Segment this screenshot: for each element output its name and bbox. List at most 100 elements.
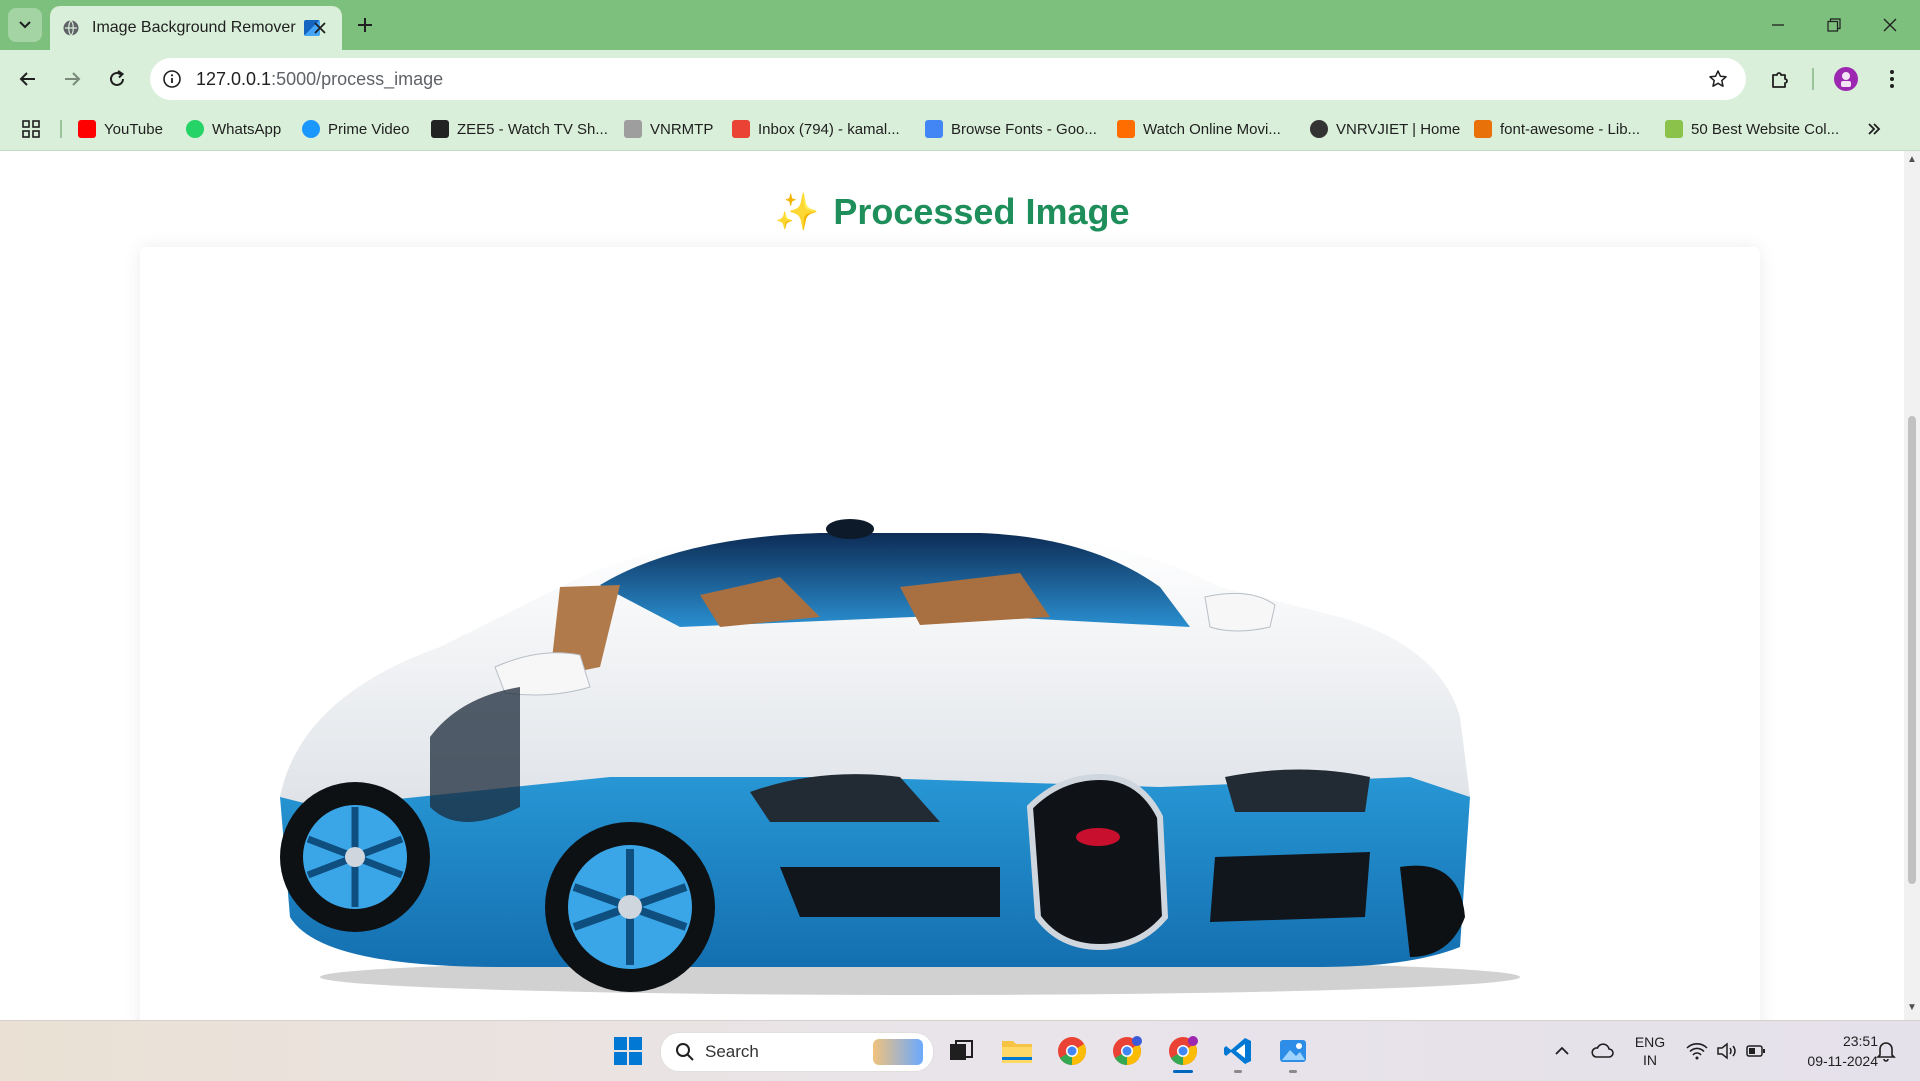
globe-icon [62,19,80,37]
bookmark-zee5[interactable]: ZEE5 - Watch TV Sh... [431,118,608,140]
clock-time: 23:51 [1842,1033,1878,1049]
close-icon [1883,18,1897,32]
scrollbar-thumb[interactable] [1908,416,1916,884]
browser-menu-button[interactable] [1876,63,1908,95]
chevron-double-right-icon [1868,123,1881,135]
clock[interactable]: 23:51 09-11-2024 [1780,1031,1878,1071]
onedrive-button[interactable] [1582,1031,1622,1071]
vnrmtp-icon [624,120,642,138]
profile-avatar[interactable] [1830,63,1862,95]
bookmark-website-colors[interactable]: 50 Best Website Col... [1665,118,1839,140]
avatar-icon [1834,67,1858,91]
page-scrollbar[interactable]: ▲ ▼ [1904,151,1920,1020]
more-vertical-icon [1890,70,1894,88]
bookmark-star-icon[interactable] [1706,67,1730,91]
vnrvjiet-icon [1310,120,1328,138]
toolbar-divider [1812,68,1814,90]
website-colors-icon [1665,120,1683,138]
tab-search-button[interactable] [8,8,42,42]
language-indicator[interactable]: ENG IN [1628,1033,1672,1069]
search-icon [676,1043,694,1061]
restore-button[interactable] [1806,0,1862,50]
puzzle-icon [1772,72,1788,88]
chrome-icon [1169,1036,1198,1065]
chrome-icon [1113,1036,1142,1065]
bookmark-label: Watch Online Movi... [1143,120,1281,138]
page-viewport: ✨ Processed Image [0,151,1920,1020]
taskbar-vscode[interactable] [1218,1031,1258,1073]
taskbar-file-explorer[interactable] [997,1031,1037,1071]
url-path: :5000/process_image [271,69,444,89]
cloud-icon [1591,1043,1614,1058]
bell-icon [1876,1042,1896,1062]
back-button[interactable] [12,63,44,95]
scroll-down-arrow-icon[interactable]: ▼ [1907,1003,1917,1013]
quick-settings-button[interactable] [1676,1031,1776,1071]
close-tab-icon[interactable] [310,18,330,38]
taskbar-task-view[interactable] [941,1031,981,1071]
bookmark-label: font-awesome - Lib... [1500,120,1641,138]
gmail-icon [732,120,750,138]
prime-video-icon [302,120,320,138]
taskbar-chrome-active[interactable] [1163,1031,1203,1073]
bookmark-font-awesome[interactable]: font-awesome - Lib... [1474,118,1640,140]
bookmark-prime-video[interactable]: Prime Video [302,118,409,140]
bookmark-vnrvjiet[interactable]: VNRVJIET | Home [1310,118,1460,140]
processed-image-card [140,247,1760,1020]
address-bar[interactable]: 127.0.0.1:5000/process_image [150,58,1746,100]
taskbar-photos[interactable] [1273,1031,1313,1073]
wifi-icon [1686,1043,1708,1060]
apps-grid-icon [22,120,40,138]
page-title: ✨ Processed Image [0,191,1904,233]
more-bookmarks-button[interactable] [1866,118,1882,140]
google-fonts-icon [925,120,943,138]
taskbar-chrome-profile-2[interactable] [1107,1031,1147,1071]
taskbar-chrome[interactable] [1052,1031,1092,1071]
browser-title-bar: Image Background Remover [0,0,1920,50]
url-text[interactable]: 127.0.0.1:5000/process_image [196,69,443,90]
site-info-icon[interactable] [160,67,184,91]
close-window-button[interactable] [1862,0,1918,50]
active-app-indicator [1173,1070,1193,1073]
bookmark-youtube[interactable]: YouTube [78,118,163,140]
code-icon [1474,120,1492,138]
page-title-text: Processed Image [833,191,1130,232]
taskbar-search-label: Search [705,1042,759,1061]
volume-icon [1717,1042,1736,1060]
bookmark-label: 50 Best Website Col... [1691,120,1840,138]
apps-button[interactable] [22,118,40,140]
notifications-button[interactable] [1866,1031,1906,1071]
bookmark-aha[interactable]: Watch Online Movi... [1117,118,1281,140]
windows-taskbar: Search ENG IN 23:51 09-11-2024 [0,1020,1920,1081]
plus-icon [358,18,372,32]
bookmark-vnrmtp[interactable]: VNRMTP [624,118,713,140]
chevron-down-icon [19,21,31,29]
scroll-up-arrow-icon[interactable]: ▲ [1907,155,1917,165]
chrome-icon [1058,1037,1086,1065]
extensions-button[interactable] [1764,63,1796,95]
browser-toolbar: 127.0.0.1:5000/process_image [0,50,1920,108]
start-button[interactable] [608,1031,648,1071]
tab-title: Image Background Remover [92,19,296,36]
search-highlight-icon [873,1039,923,1065]
language-code: ENG [1634,1034,1666,1050]
bookmark-label: Browse Fonts - Goo... [951,120,1097,138]
bookmark-whatsapp[interactable]: WhatsApp [186,118,281,140]
new-tab-button[interactable] [352,12,378,38]
sparkles-icon: ✨ [774,191,820,232]
show-hidden-icons-button[interactable] [1542,1031,1582,1071]
bookmark-label: ZEE5 - Watch TV Sh... [457,120,608,138]
battery-icon [1746,1045,1765,1057]
bookmark-label: WhatsApp [212,120,282,138]
reload-icon [110,70,125,86]
clock-date: 09-11-2024 [1807,1053,1878,1069]
bookmark-gmail-inbox[interactable]: Inbox (794) - kamal... [732,118,900,140]
reload-button[interactable] [101,63,133,95]
tab-image-background-remover[interactable]: Image Background Remover [50,6,342,50]
taskbar-search-box[interactable]: Search [660,1032,934,1072]
chevron-up-icon [1555,1046,1569,1055]
photos-icon [1280,1040,1306,1062]
minimize-button[interactable] [1750,0,1806,50]
bookmark-google-fonts[interactable]: Browse Fonts - Goo... [925,118,1097,140]
forward-button[interactable] [56,63,88,95]
